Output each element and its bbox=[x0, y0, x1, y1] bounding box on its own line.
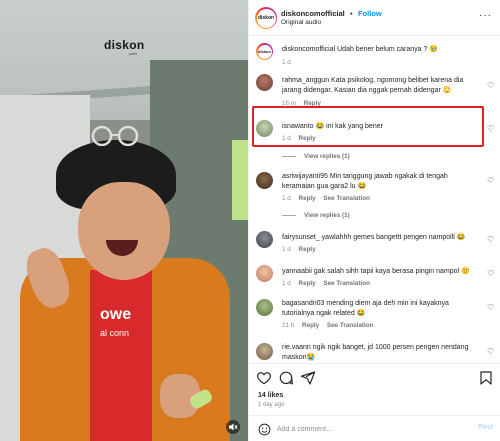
comment-text: isnawanto 😂 ini kak yang bener bbox=[282, 123, 383, 130]
timestamp: 1 d bbox=[282, 195, 291, 202]
timestamp: 1 d bbox=[282, 135, 291, 142]
post-panel: diskon diskoncomofficial • Follow Origin… bbox=[248, 0, 500, 441]
like-comment-heart-icon[interactable]: ♡ bbox=[487, 347, 494, 356]
video-player[interactable]: owe al conn diskon .com bbox=[0, 0, 248, 441]
like-comment-heart-icon[interactable]: ♡ bbox=[487, 235, 494, 244]
comment-meta: 1 d Reply bbox=[282, 246, 322, 253]
shirt-print-sub: al conn bbox=[100, 328, 130, 338]
like-comment-heart-icon[interactable]: ♡ bbox=[487, 303, 494, 312]
person-face bbox=[78, 182, 170, 280]
reply-button[interactable]: Reply bbox=[299, 246, 316, 253]
commenter-avatar[interactable] bbox=[256, 299, 273, 316]
comment-meta: 1 d Reply See Translation bbox=[282, 195, 376, 202]
author-avatar[interactable]: diskon bbox=[256, 43, 273, 60]
avatar-logo: diskon bbox=[257, 15, 275, 21]
comment-meta: 21 h Reply See Translation bbox=[282, 322, 379, 329]
see-translation-button[interactable]: See Translation bbox=[327, 322, 374, 329]
sunglasses-icon bbox=[91, 125, 139, 146]
like-heart-icon[interactable] bbox=[256, 370, 272, 386]
comment-meta: 1 d Reply See Translation bbox=[282, 280, 376, 287]
view-replies-button[interactable]: View replies (1) bbox=[282, 153, 350, 160]
timestamp: 1 d bbox=[282, 246, 291, 253]
comment-text: yannaabii gak salah sihh tapii kaya bera… bbox=[282, 268, 470, 275]
video-watermark-sub: .com bbox=[128, 51, 137, 56]
commenter-avatar[interactable] bbox=[256, 172, 273, 189]
person-shirt bbox=[90, 270, 152, 441]
like-comment-heart-icon[interactable]: ♡ bbox=[487, 124, 494, 133]
comment-text: rie.vaann ngik ngik banget, jd 1000 pers… bbox=[282, 344, 469, 361]
caption-meta: 1 d bbox=[282, 59, 297, 66]
separator-dot: • bbox=[350, 9, 353, 18]
reply-button[interactable]: Reply bbox=[304, 100, 321, 107]
author-username[interactable]: diskoncomofficial bbox=[281, 9, 345, 18]
comment-meta: 1 d Reply bbox=[282, 135, 322, 142]
commenter-avatar[interactable] bbox=[256, 120, 273, 137]
like-comment-heart-icon[interactable]: ♡ bbox=[487, 176, 494, 185]
see-translation-button[interactable]: See Translation bbox=[323, 195, 370, 202]
comments-list[interactable]: diskon diskoncomofficial Udah bener belu… bbox=[249, 37, 500, 363]
mute-button[interactable] bbox=[226, 420, 240, 434]
post-header: diskon diskoncomofficial • Follow Origin… bbox=[249, 0, 500, 36]
shirt-print: owe bbox=[100, 306, 132, 323]
comment-meta: 16 m Reply bbox=[282, 100, 327, 107]
timestamp: 1 d bbox=[282, 280, 291, 287]
speaker-muted-icon bbox=[229, 423, 238, 431]
add-comment-bar: Post bbox=[249, 415, 500, 441]
reply-button[interactable]: Reply bbox=[302, 322, 319, 329]
reply-button[interactable]: Reply bbox=[299, 135, 316, 142]
see-translation-button[interactable]: See Translation bbox=[323, 280, 370, 287]
view-replies-button[interactable]: View replies (1) bbox=[282, 212, 350, 219]
commenter-avatar[interactable] bbox=[256, 231, 273, 248]
comment-text: asriwijayanti95 Min tanggung jawab ngaka… bbox=[282, 173, 448, 190]
post-date: 1 day ago bbox=[258, 402, 285, 408]
share-send-icon[interactable] bbox=[300, 370, 316, 386]
caption-text: diskoncomofficial Udah bener belum caran… bbox=[282, 46, 439, 53]
timestamp: 16 m bbox=[282, 100, 296, 107]
comment-text: bagasandri03 mending diem aja deh min in… bbox=[282, 300, 449, 317]
comment-text: fairysunset_ yawlahhh gemes bangettt pen… bbox=[282, 234, 466, 241]
commenter-avatar[interactable] bbox=[256, 343, 273, 360]
bookmark-save-icon[interactable] bbox=[478, 370, 494, 386]
comment-text: rahma_anggun Kata psikolog, ngomong beli… bbox=[282, 77, 464, 94]
post-actions: 14 likes 1 day ago bbox=[249, 363, 500, 413]
add-comment-input[interactable] bbox=[277, 423, 457, 435]
timestamp: 21 h bbox=[282, 322, 295, 329]
view-replies-label: View replies (1) bbox=[304, 153, 350, 160]
window bbox=[232, 140, 248, 220]
divider-line bbox=[282, 214, 296, 216]
view-replies-label: View replies (1) bbox=[304, 212, 350, 219]
avatar-logo: diskon bbox=[258, 49, 271, 54]
timestamp: 1 d bbox=[282, 59, 291, 66]
video-watermark: diskon bbox=[104, 38, 145, 52]
commenter-avatar[interactable] bbox=[256, 74, 273, 91]
audio-link[interactable]: Original audio bbox=[281, 19, 321, 26]
commenter-avatar[interactable] bbox=[256, 265, 273, 282]
author-avatar[interactable]: diskon bbox=[255, 7, 277, 29]
reply-button[interactable]: Reply bbox=[299, 280, 316, 287]
likes-count[interactable]: 14 likes bbox=[258, 392, 283, 399]
comment-bubble-icon[interactable] bbox=[278, 370, 294, 386]
divider-line bbox=[282, 155, 296, 157]
follow-button[interactable]: Follow bbox=[358, 9, 382, 18]
emoji-smiley-icon[interactable] bbox=[258, 423, 271, 436]
reply-button[interactable]: Reply bbox=[299, 195, 316, 202]
post-comment-button[interactable]: Post bbox=[478, 424, 493, 431]
more-options-icon[interactable]: ··· bbox=[479, 10, 492, 21]
like-comment-heart-icon[interactable]: ♡ bbox=[487, 81, 494, 90]
like-comment-heart-icon[interactable]: ♡ bbox=[487, 269, 494, 278]
